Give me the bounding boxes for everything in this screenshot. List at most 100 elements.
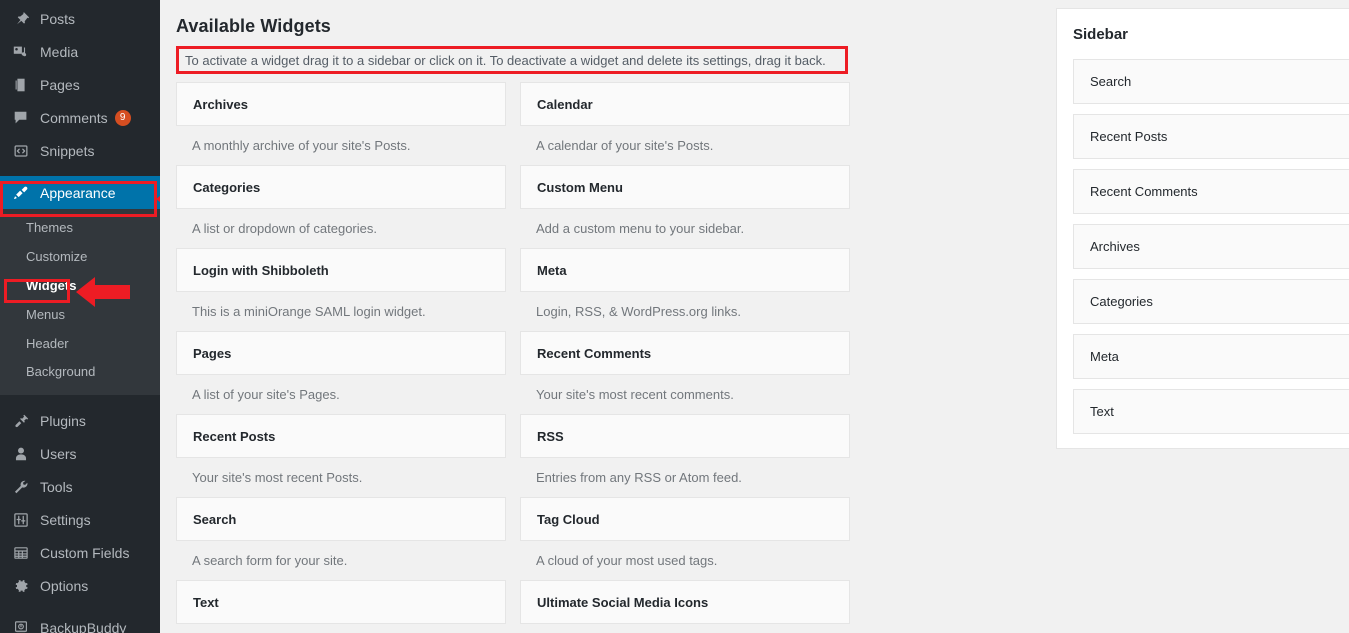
sidebar-item-snippets[interactable]: Snippets bbox=[0, 134, 160, 167]
sidebar-item-label: Tools bbox=[40, 480, 73, 494]
widget-card[interactable]: Archives bbox=[176, 82, 506, 126]
menu-separator bbox=[0, 602, 160, 611]
sidebar-item-label: Custom Fields bbox=[40, 546, 129, 560]
sidebar-widget-item[interactable]: Meta bbox=[1073, 334, 1349, 379]
sidebar-item-label: Comments bbox=[40, 111, 108, 125]
sidebar-panel-widget-list: Search Recent Posts Recent Comments Arch… bbox=[1057, 59, 1349, 434]
code-icon bbox=[11, 141, 31, 161]
appearance-submenu: Themes Customize Widgets Menus Header Ba… bbox=[0, 209, 160, 395]
widget-card[interactable]: Calendar bbox=[520, 82, 850, 126]
menu-separator bbox=[0, 167, 160, 176]
submenu-item-widgets[interactable]: Widgets bbox=[0, 272, 160, 301]
backup-icon bbox=[11, 618, 31, 633]
sidebar-panel-title: Sidebar bbox=[1073, 26, 1128, 43]
widget-name: RSS bbox=[537, 429, 564, 444]
sidebar-panel: Sidebar Search Recent Posts Recent Comme… bbox=[1056, 8, 1349, 449]
submenu-item-header[interactable]: Header bbox=[0, 330, 160, 359]
widget-column-left: Archives A monthly archive of your site'… bbox=[176, 82, 506, 624]
pages-icon bbox=[11, 75, 31, 95]
widget-name: Meta bbox=[537, 263, 567, 278]
main-content: Available Widgets To activate a widget d… bbox=[160, 0, 1349, 633]
sidebar-panel-header[interactable]: Sidebar bbox=[1057, 9, 1349, 59]
sidebar-item-tools[interactable]: Tools bbox=[0, 470, 160, 503]
widget-name: Ultimate Social Media Icons bbox=[537, 595, 708, 610]
sidebar-widget-item[interactable]: Archives bbox=[1073, 224, 1349, 269]
sidebar-item-users[interactable]: Users bbox=[0, 437, 160, 470]
paintbrush-icon bbox=[11, 183, 31, 203]
sidebar-widget-label: Categories bbox=[1090, 294, 1153, 309]
sidebar-widget-label: Archives bbox=[1090, 239, 1140, 254]
widget-description: Add a custom menu to your sidebar. bbox=[520, 209, 850, 248]
widget-card[interactable]: Custom Menu bbox=[520, 165, 850, 209]
gear-icon bbox=[11, 576, 31, 596]
widget-column-right: Calendar A calendar of your site's Posts… bbox=[520, 82, 850, 624]
widget-card[interactable]: Tag Cloud bbox=[520, 497, 850, 541]
widget-description: Your site's most recent comments. bbox=[520, 375, 850, 414]
widget-name: Tag Cloud bbox=[537, 512, 600, 527]
submenu-item-customize[interactable]: Customize bbox=[0, 243, 160, 272]
submenu-item-menus[interactable]: Menus bbox=[0, 301, 160, 330]
widgets-admin-screen: Posts Media Pages Comments 9 Snipp bbox=[0, 0, 1349, 633]
sidebar-item-label: Media bbox=[40, 45, 78, 59]
admin-sidebar: Posts Media Pages Comments 9 Snipp bbox=[0, 0, 160, 633]
sidebar-item-posts[interactable]: Posts bbox=[0, 2, 160, 35]
widget-name: Recent Posts bbox=[193, 429, 275, 444]
widget-description: Login, RSS, & WordPress.org links. bbox=[520, 292, 850, 331]
widget-card[interactable]: Text bbox=[176, 580, 506, 624]
widget-name: Recent Comments bbox=[537, 346, 651, 361]
sidebar-item-label: Appearance bbox=[40, 186, 116, 200]
sidebar-widget-item[interactable]: Recent Comments bbox=[1073, 169, 1349, 214]
widget-card[interactable]: Recent Posts bbox=[176, 414, 506, 458]
widget-description: A cloud of your most used tags. bbox=[520, 541, 850, 580]
sidebar-item-custom-fields[interactable]: Custom Fields bbox=[0, 536, 160, 569]
widget-card[interactable]: Search bbox=[176, 497, 506, 541]
pin-icon bbox=[11, 9, 31, 29]
sidebar-widget-item[interactable]: Search bbox=[1073, 59, 1349, 104]
widget-name: Search bbox=[193, 512, 236, 527]
sidebar-item-plugins[interactable]: Plugins bbox=[0, 404, 160, 437]
media-icon bbox=[11, 42, 31, 62]
sidebar-widget-item[interactable]: Categories bbox=[1073, 279, 1349, 324]
sidebar-item-backupbuddy[interactable]: BackupBuddy bbox=[0, 611, 160, 633]
sidebar-item-label: Snippets bbox=[40, 144, 94, 158]
widget-name: Text bbox=[193, 595, 219, 610]
widget-description: A list of your site's Pages. bbox=[176, 375, 506, 414]
sidebar-item-pages[interactable]: Pages bbox=[0, 68, 160, 101]
widget-description: A monthly archive of your site's Posts. bbox=[176, 126, 506, 165]
sidebar-widget-label: Meta bbox=[1090, 349, 1119, 364]
widget-card[interactable]: Ultimate Social Media Icons bbox=[520, 580, 850, 624]
comments-count-badge: 9 bbox=[115, 110, 131, 126]
widget-description: A list or dropdown of categories. bbox=[176, 209, 506, 248]
widget-name: Categories bbox=[193, 180, 260, 195]
widget-description: Your site's most recent Posts. bbox=[176, 458, 506, 497]
intro-label: To activate a widget drag it to a sideba… bbox=[185, 53, 826, 68]
widget-name: Archives bbox=[193, 97, 248, 112]
sidebar-item-label: Options bbox=[40, 579, 88, 593]
sidebar-item-label: Users bbox=[40, 447, 77, 461]
widget-description: A search form for your site. bbox=[176, 541, 506, 580]
widget-card[interactable]: Categories bbox=[176, 165, 506, 209]
page-title: Available Widgets bbox=[176, 16, 331, 37]
widget-card[interactable]: RSS bbox=[520, 414, 850, 458]
sidebar-widget-item[interactable]: Text bbox=[1073, 389, 1349, 434]
submenu-item-background[interactable]: Background bbox=[0, 358, 160, 387]
submenu-item-themes[interactable]: Themes bbox=[0, 214, 160, 243]
sidebar-widget-label: Recent Posts bbox=[1090, 129, 1167, 144]
plug-icon bbox=[11, 411, 31, 431]
sidebar-item-options[interactable]: Options bbox=[0, 569, 160, 602]
widget-description: Entries from any RSS or Atom feed. bbox=[520, 458, 850, 497]
sidebar-item-settings[interactable]: Settings bbox=[0, 503, 160, 536]
widget-card[interactable]: Recent Comments bbox=[520, 331, 850, 375]
widget-card[interactable]: Meta bbox=[520, 248, 850, 292]
wrench-icon bbox=[11, 477, 31, 497]
widget-card[interactable]: Login with Shibboleth bbox=[176, 248, 506, 292]
widget-card[interactable]: Pages bbox=[176, 331, 506, 375]
sidebar-item-appearance[interactable]: Appearance bbox=[0, 176, 160, 209]
sidebar-item-comments[interactable]: Comments 9 bbox=[0, 101, 160, 134]
sidebar-widget-label: Recent Comments bbox=[1090, 184, 1198, 199]
user-icon bbox=[11, 444, 31, 464]
widget-name: Custom Menu bbox=[537, 180, 623, 195]
sidebar-item-media[interactable]: Media bbox=[0, 35, 160, 68]
sidebar-widget-item[interactable]: Recent Posts bbox=[1073, 114, 1349, 159]
sidebar-item-label: Pages bbox=[40, 78, 80, 92]
